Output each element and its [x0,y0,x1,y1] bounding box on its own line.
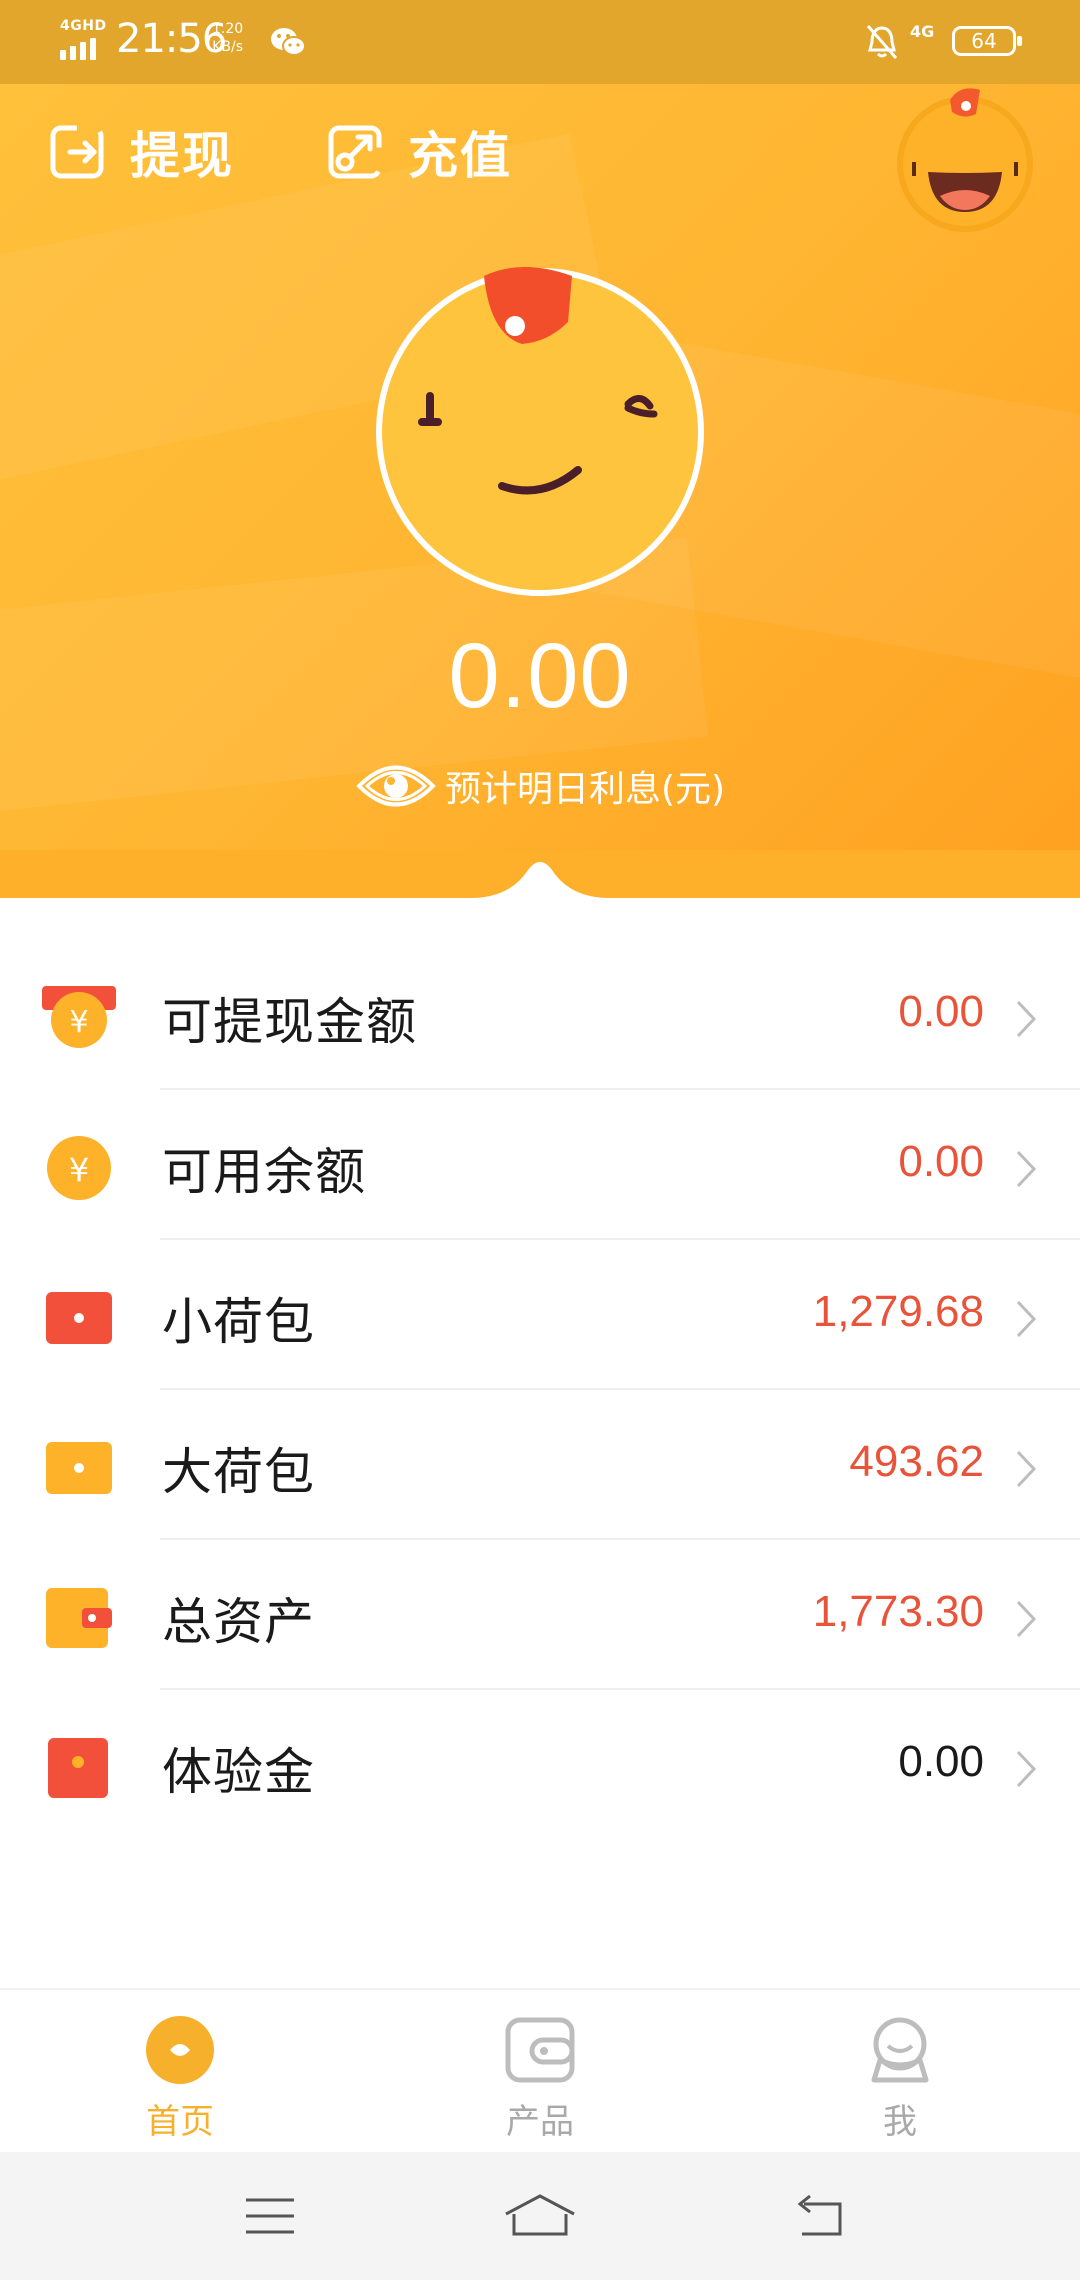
yuan-coin-card-icon: ¥ [42,986,116,1048]
battery-icon: 64 [952,26,1022,56]
chevron-right-icon [1016,1300,1037,1338]
product-icon [505,2017,575,2083]
network-speed: 1.20 KB/s [212,20,243,56]
mascot-face-icon [376,267,704,596]
chevron-right-icon [1016,1600,1037,1638]
wallet-header: 提现 充值 0.00 预计明日利息(元) [0,84,1080,900]
tab-me[interactable]: 我 [720,1990,1080,2154]
system-navigation-bar [0,2152,1080,2280]
withdraw-label: 提现 [130,127,234,185]
list-item-label: 大荷包 [162,1443,315,1501]
expected-interest-caption[interactable]: 预计明日利息(元) [0,754,1080,818]
status-bar: 4GHD 21:56 1.20 KB/s 4G 64 [0,0,1080,84]
list-item-value: 0.00 [898,1737,984,1786]
menu-icon[interactable] [240,2190,300,2242]
tab-home[interactable]: 首页 [0,1990,360,2154]
svg-text:¥: ¥ [69,1005,88,1040]
network-4g: 4G [910,22,935,41]
svg-text:¥: ¥ [69,1151,89,1189]
list-item-value: 0.00 [898,1137,984,1186]
bottom-tab-bar: 首页 产品 我 [0,1988,1080,2152]
list-item-label: 可用余额 [162,1143,366,1201]
list-item-total-assets[interactable]: 总资产 1,773.30 [0,1540,1080,1690]
wallet-icon [46,1588,112,1648]
list-item-small-purse[interactable]: 小荷包 1,279.68 [0,1240,1080,1390]
list-item-value: 493.62 [849,1437,984,1486]
speed-unit: KB/s [212,39,243,55]
list-item-trial-fund[interactable]: 体验金 0.00 [0,1690,1080,1840]
withdraw-icon [50,125,104,179]
withdraw-button[interactable]: 提现 [48,110,234,194]
list-item-value: 1,773.30 [812,1587,984,1636]
recharge-label: 充值 [408,127,512,185]
yuan-coin-icon: ¥ [47,1136,111,1200]
expected-interest-value: 0.00 [448,625,632,727]
home-nav-icon[interactable] [500,2190,580,2242]
chevron-right-icon [1016,1750,1037,1788]
expected-interest-label: 预计明日利息(元) [444,769,726,810]
status-time: 21:56 [116,16,227,62]
recharge-button[interactable]: 充值 [326,110,512,194]
home-icon [146,2016,214,2084]
mute-bell-icon [866,25,898,59]
list-item-label: 总资产 [162,1593,315,1651]
list-item-withdrawable[interactable]: ¥ 可提现金额 0.00 [0,940,1080,1090]
tab-label: 首页 [146,2102,214,2142]
chevron-right-icon [1016,1000,1037,1038]
wechat-icon [271,28,306,56]
tab-label: 我 [883,2102,917,2142]
chevron-right-icon [1016,1150,1037,1188]
speed-value: 1.20 [212,21,244,37]
red-packet-icon [48,1738,108,1798]
chevron-right-icon [1016,1450,1037,1488]
profile-icon [871,2017,929,2083]
header-notch [0,850,1080,910]
list-item-label: 可提现金额 [162,993,417,1051]
eye-icon[interactable] [355,755,437,817]
list-item-available-balance[interactable]: ¥ 可用余额 0.00 [0,1090,1080,1240]
tab-label: 产品 [506,2102,574,2142]
asset-list: ¥ 可提现金额 0.00 ¥ 可用余额 0.00 小荷包 1,279.68 大荷… [0,940,1080,1840]
mascot-avatar-icon[interactable] [890,84,1040,234]
signal-icon: 4GHD [58,18,107,60]
red-envelope-icon [46,1292,112,1344]
list-item-value: 1,279.68 [812,1287,984,1336]
recharge-icon [328,125,382,179]
tab-products[interactable]: 产品 [360,1990,720,2154]
network-type: 4GHD [60,18,107,34]
back-icon[interactable] [792,2190,852,2242]
list-item-label: 小荷包 [162,1293,315,1351]
yellow-envelope-icon [46,1442,112,1494]
list-item-value: 0.00 [898,987,984,1036]
list-item-big-purse[interactable]: 大荷包 493.62 [0,1390,1080,1540]
list-item-label: 体验金 [162,1743,315,1801]
